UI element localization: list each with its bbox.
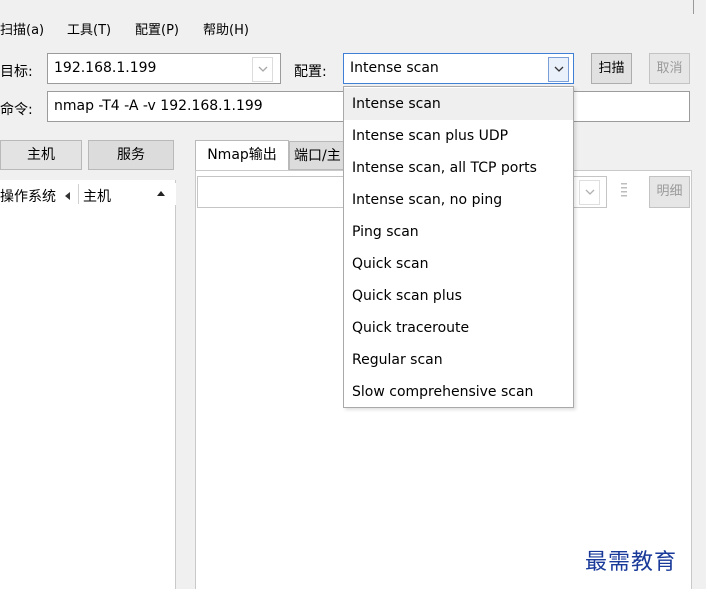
tab-hosts[interactable]: 主机 (0, 140, 82, 170)
menu-help[interactable]: 帮助(H) (203, 19, 249, 38)
profile-option[interactable]: Intense scan, all TCP ports (344, 152, 573, 184)
os-column-header[interactable]: 操作系统 (0, 186, 56, 206)
arrow-left-icon (65, 192, 70, 200)
grip-icon (621, 183, 627, 197)
profile-option[interactable]: Ping scan (344, 216, 573, 248)
profile-option[interactable]: Quick traceroute (344, 312, 573, 344)
profile-option[interactable]: Intense scan (344, 88, 573, 120)
profile-option[interactable]: Slow comprehensive scan (344, 376, 573, 408)
menu-tools[interactable]: 工具(T) (67, 19, 111, 38)
target-dropdown-button[interactable] (252, 57, 273, 82)
profile-combobox[interactable]: Intense scan (343, 53, 574, 84)
target-label: 目标: (0, 64, 33, 80)
profile-option[interactable]: Intense scan plus UDP (344, 120, 573, 152)
menu-bar: 扫描(a) 工具(T) 配置(P) 帮助(H) (0, 18, 706, 40)
host-select-dropdown-button[interactable] (579, 180, 600, 205)
profile-value: Intense scan (350, 60, 439, 76)
chevron-down-icon (554, 66, 564, 72)
menu-profile[interactable]: 配置(P) (135, 19, 179, 38)
profile-option[interactable]: Intense scan, no ping (344, 184, 573, 216)
tab-services[interactable]: 服务 (88, 140, 174, 170)
sort-ascending-icon (157, 191, 165, 196)
profile-option[interactable]: Quick scan (344, 248, 573, 280)
menu-scan[interactable]: 扫描(a) (0, 19, 44, 38)
window-edge (693, 0, 694, 14)
host-list-panel (0, 180, 176, 589)
target-input[interactable]: 192.168.1.199 (47, 53, 281, 84)
window-frame (0, 0, 706, 14)
command-value: nmap -T4 -A -v 192.168.1.199 (54, 98, 263, 114)
scan-button[interactable]: 扫描 (591, 53, 632, 84)
profile-option[interactable]: Regular scan (344, 344, 573, 376)
tab-ports-hosts[interactable]: 端口/主 (289, 141, 345, 170)
host-list-header: 操作系统 主机 (0, 183, 176, 205)
profile-dropdown-button[interactable] (548, 57, 569, 82)
target-value: 192.168.1.199 (54, 60, 157, 76)
watermark: 最需教育 (585, 550, 678, 575)
chevron-down-icon (585, 189, 595, 195)
profile-option[interactable]: Quick scan plus (344, 280, 573, 312)
cancel-button[interactable]: 取消 (649, 53, 690, 84)
column-divider (78, 184, 79, 204)
tab-nmap-output[interactable]: Nmap输出 (195, 140, 289, 171)
profile-dropdown-list: Intense scan Intense scan plus UDP Inten… (343, 86, 574, 408)
host-column-header[interactable]: 主机 (83, 186, 111, 206)
chevron-down-icon (258, 66, 268, 72)
command-label: 命令: (0, 102, 33, 118)
profile-label: 配置: (294, 64, 327, 80)
details-button[interactable]: 明细 (649, 176, 690, 208)
